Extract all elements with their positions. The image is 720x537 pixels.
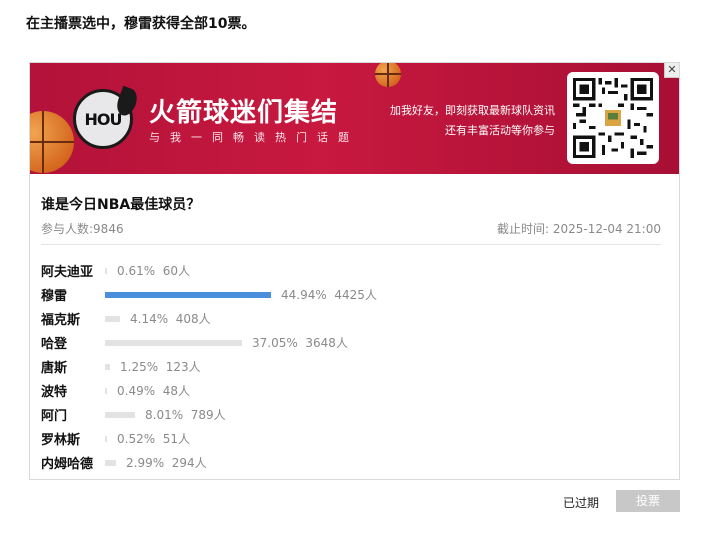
option-stat: 8.01% 789人	[145, 406, 226, 423]
option-count: 4425人	[334, 288, 377, 302]
option-name: 福克斯	[41, 313, 81, 328]
poll-meta: 参与人数:9846 截止时间: 2025-12-04 21:00	[41, 220, 661, 237]
vote-bar	[105, 364, 110, 370]
option-stat: 0.52% 51人	[117, 430, 190, 447]
join-line-2: 还有丰富活动等你参与	[445, 124, 555, 137]
headline: 在主播票选中，穆雷获得全部10票。	[26, 16, 256, 32]
vote-bar	[105, 412, 135, 418]
option-name: 哈登	[41, 337, 68, 352]
option-count: 294人	[171, 456, 207, 470]
vote-button[interactable]: 投票	[616, 490, 680, 512]
qr-code	[567, 72, 659, 164]
option-percent: 37.05%	[252, 336, 298, 350]
poll-option[interactable]: 阿夫迪亚 0.61% 60人	[41, 259, 661, 283]
option-name: 波特	[41, 385, 68, 400]
join-invite: 加我好友，即刻获取最新球队资讯 还有丰富活动等你参与	[385, 101, 555, 141]
poll-question: 谁是今日NBA最佳球员？	[41, 197, 201, 213]
option-name: 穆雷	[41, 289, 68, 304]
basketball-icon	[30, 111, 74, 173]
banner-subtitle: 与我一同畅读热门话题	[149, 131, 359, 144]
option-percent: 0.61%	[117, 264, 156, 278]
poll-option[interactable]: 阿门 8.01% 789人	[41, 403, 661, 427]
option-percent: 44.94%	[281, 288, 327, 302]
option-stat: 37.05% 3648人	[252, 334, 348, 351]
option-percent: 8.01%	[145, 408, 184, 422]
logo-text: HOU	[84, 109, 123, 129]
option-count: 789人	[190, 408, 226, 422]
option-percent: 0.52%	[117, 432, 156, 446]
option-name: 阿夫迪亚	[41, 265, 94, 280]
option-name: 阿门	[41, 409, 68, 424]
poll-card: HOU 火箭球迷们集结 与我一同畅读热门话题 加我好友，即刻获取最新球队资讯 还…	[29, 62, 680, 480]
qr-code-icon	[573, 78, 653, 158]
option-count: 51人	[162, 432, 191, 446]
poll-option[interactable]: 福克斯 4.14% 408人	[41, 307, 661, 331]
vote-bar	[105, 316, 120, 322]
option-name: 内姆哈德	[41, 457, 94, 472]
poll-options: 阿夫迪亚 0.61% 60人穆雷 44.94% 4425人福克斯 4.14% 408人…	[41, 259, 661, 475]
poll-option[interactable]: 罗林斯 0.52% 51人	[41, 427, 661, 451]
option-count: 123人	[165, 360, 201, 374]
participant-count: 参与人数:9846	[41, 222, 124, 236]
team-logo: HOU	[73, 85, 141, 149]
option-stat: 0.49% 48人	[117, 382, 190, 399]
option-count: 48人	[162, 384, 191, 398]
poll-option[interactable]: 内姆哈德 2.99% 294人	[41, 451, 661, 475]
option-percent: 0.49%	[117, 384, 156, 398]
vote-bar	[105, 460, 116, 466]
vote-bar	[105, 268, 107, 274]
promo-banner[interactable]: HOU 火箭球迷们集结 与我一同畅读热门话题 加我好友，即刻获取最新球队资讯 还…	[30, 63, 679, 174]
basketball-icon	[375, 63, 401, 87]
vote-bar	[105, 436, 107, 442]
option-percent: 4.14%	[130, 312, 169, 326]
option-stat: 44.94% 4425人	[281, 286, 377, 303]
close-button[interactable]: ✕	[664, 63, 679, 78]
deadline: 截止时间: 2025-12-04 21:00	[497, 222, 661, 236]
poll-option[interactable]: 哈登 37.05% 3648人	[41, 331, 661, 355]
poll-option[interactable]: 唐斯 1.25% 123人	[41, 355, 661, 379]
option-stat: 2.99% 294人	[126, 454, 207, 471]
option-count: 3648人	[305, 336, 348, 350]
option-percent: 1.25%	[120, 360, 159, 374]
vote-bar	[105, 388, 107, 394]
option-percent: 2.99%	[126, 456, 165, 470]
option-stat: 1.25% 123人	[120, 358, 201, 375]
option-name: 罗林斯	[41, 433, 81, 448]
join-line-1: 加我好友，即刻获取最新球队资讯	[390, 104, 555, 117]
banner-title: 火箭球迷们集结	[149, 98, 339, 128]
option-count: 408人	[175, 312, 211, 326]
vote-bar	[105, 292, 271, 298]
poll-option[interactable]: 穆雷 44.94% 4425人	[41, 283, 661, 307]
poll-option[interactable]: 波特 0.49% 48人	[41, 379, 661, 403]
option-count: 60人	[162, 264, 191, 278]
vote-bar	[105, 340, 242, 346]
option-name: 唐斯	[41, 361, 68, 376]
option-stat: 0.61% 60人	[117, 262, 190, 279]
option-stat: 4.14% 408人	[130, 310, 211, 327]
expired-status: 已过期	[563, 496, 600, 510]
divider	[41, 244, 661, 245]
